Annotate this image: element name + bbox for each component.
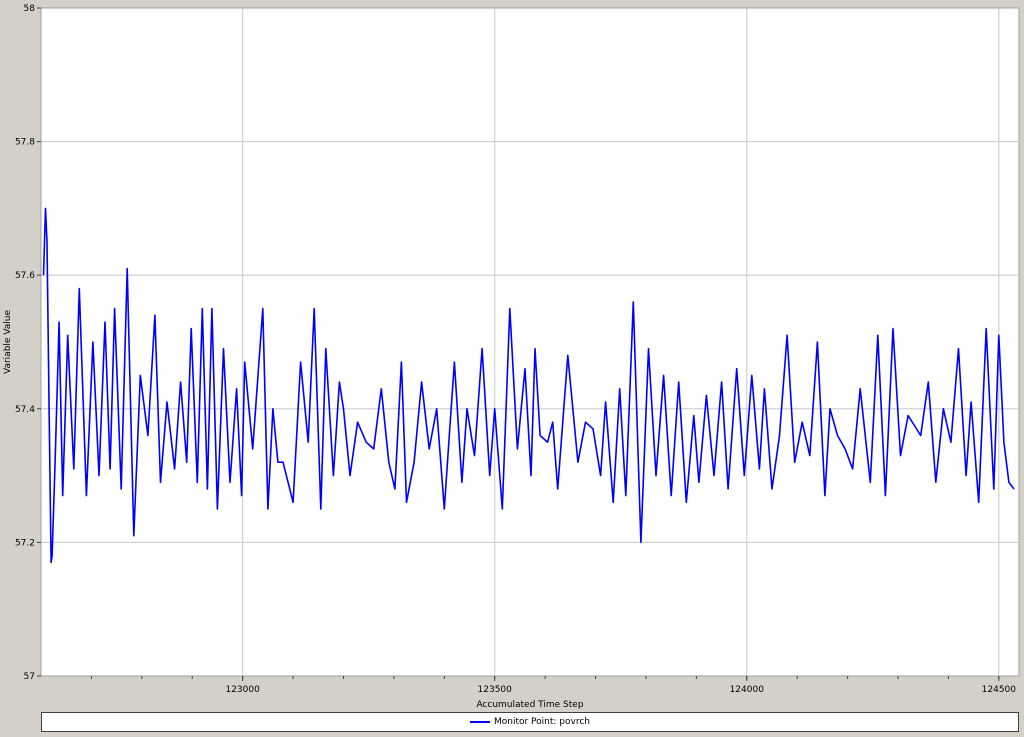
chart: 5757.257.457.657.858 123000 123500 124000 1… — [3, 4, 1020, 710]
x-tick-label: 124000 — [730, 685, 765, 695]
legend-label: Monitor Point: povrch — [493, 717, 590, 727]
y-tick-label: 57.8 — [15, 138, 35, 148]
legend-swatch — [469, 721, 490, 723]
y-tick-label: 57.6 — [15, 271, 35, 281]
x-tick-label: 123500 — [478, 685, 513, 695]
legend: Monitor Point: povrch — [41, 712, 1019, 732]
plot-area — [40, 7, 1020, 677]
y-tick-label: 58 — [24, 4, 36, 14]
y-tick-label: 57 — [24, 672, 35, 682]
x-axis: 123000 123500 124000 124500 — [90, 676, 1017, 695]
y-axis-title: Variable Value — [3, 310, 13, 374]
y-tick-label: 57.4 — [15, 405, 35, 415]
y-axis: 57 57.2 57.4 57.6 57.8 58 — [15, 4, 41, 682]
x-tick-label: 124500 — [982, 685, 1017, 695]
x-tick-label: 123000 — [225, 685, 260, 695]
x-axis-title: Accumulated Time Step — [476, 700, 583, 710]
y-tick-label: 57.2 — [15, 538, 35, 548]
